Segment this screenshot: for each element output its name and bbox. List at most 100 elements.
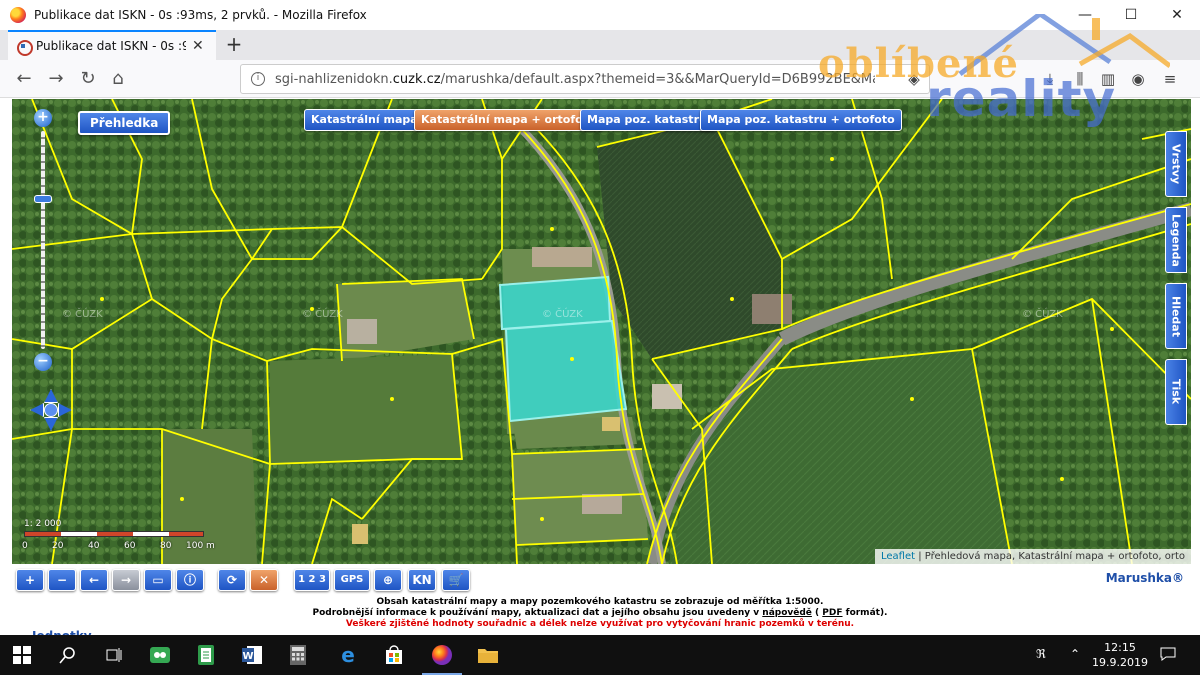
info-warning: Veškeré zjištěné hodnoty souřadnic a dél… bbox=[345, 619, 855, 629]
maximize-button[interactable]: ☐ bbox=[1108, 0, 1154, 30]
close-window-button[interactable]: ✕ bbox=[1154, 0, 1200, 30]
tab-close-button[interactable]: ✕ bbox=[192, 38, 204, 54]
word-icon[interactable]: W bbox=[240, 643, 264, 667]
tool-kn-button[interactable]: KN bbox=[408, 569, 436, 591]
forward-button[interactable]: → bbox=[44, 68, 68, 90]
tool-cart-button[interactable]: 🛒 bbox=[442, 569, 470, 591]
pan-center-icon[interactable] bbox=[44, 403, 58, 417]
notifications-icon[interactable] bbox=[1160, 647, 1176, 664]
pdf-link[interactable]: PDF bbox=[822, 608, 842, 618]
leaflet-link[interactable]: Leaflet bbox=[881, 551, 915, 562]
scale-tick: 20 bbox=[52, 541, 64, 551]
navigation-toolbar: ← → ↻ ⌂ i sgi-nahlizenidokn.cuzk.cz/maru… bbox=[0, 60, 1200, 98]
info-line-1: Obsah katastrální mapy a mapy pozemkovéh… bbox=[376, 597, 824, 607]
clock-date: 19.9.2019 bbox=[1092, 656, 1148, 669]
scale-tick: 40 bbox=[88, 541, 100, 551]
calculator-icon[interactable] bbox=[286, 643, 310, 667]
map-viewport[interactable]: © ČÚZK © ČÚZK © ČÚZK © ČÚZK + − Přehledk… bbox=[12, 99, 1191, 564]
library-icon[interactable]: ⫼ bbox=[1070, 70, 1090, 88]
tool-zoom-out-button[interactable]: − bbox=[48, 569, 76, 591]
home-button[interactable]: ⌂ bbox=[106, 68, 130, 90]
zoom-track[interactable] bbox=[41, 131, 45, 349]
side-tab-search[interactable]: Hledat bbox=[1165, 283, 1187, 349]
tool-locate-button[interactable]: ⊕ bbox=[374, 569, 402, 591]
side-tab-legend[interactable]: Legenda bbox=[1165, 207, 1187, 273]
system-clock[interactable]: 12:15 19.9.2019 bbox=[1092, 640, 1148, 670]
pan-control[interactable] bbox=[30, 389, 72, 431]
firefox-icon bbox=[10, 7, 26, 23]
tab-strip: Publikace dat ISKN - 0s :93ms, 2 ✕ + bbox=[0, 30, 1200, 60]
tab-label: Publikace dat ISKN - 0s :93ms, 2 bbox=[36, 39, 186, 53]
account-icon[interactable]: ◉ bbox=[1128, 70, 1148, 88]
side-tab-layers[interactable]: Vrstvy bbox=[1165, 131, 1187, 197]
tool-gps-button[interactable]: GPS bbox=[334, 569, 370, 591]
tool-measure-button[interactable]: 1 2 3 bbox=[294, 569, 330, 591]
tool-forward-button[interactable]: → bbox=[112, 569, 140, 591]
new-tab-button[interactable]: + bbox=[222, 32, 246, 56]
back-button[interactable]: ← bbox=[12, 68, 36, 90]
tool-info-button[interactable]: ⓘ bbox=[176, 569, 204, 591]
download-icon[interactable]: ⤓ bbox=[1040, 70, 1060, 88]
page-content: © ČÚZK © ČÚZK © ČÚZK © ČÚZK + − Přehledk… bbox=[0, 99, 1200, 643]
zoom-thumb[interactable] bbox=[34, 195, 52, 203]
file-explorer-icon[interactable] bbox=[476, 643, 500, 667]
sidebar-icon[interactable]: ▥ bbox=[1098, 70, 1118, 88]
tool-zoom-in-button[interactable]: + bbox=[16, 569, 44, 591]
layer-button-land-cadastre-ortho[interactable]: Mapa poz. katastru + ortofoto bbox=[700, 109, 902, 131]
url-text[interactable]: sgi-nahlizenidokn.cuzk.cz/marushka/defau… bbox=[275, 72, 875, 87]
map-attribution: Leaflet | Přehledová mapa, Katastrální m… bbox=[874, 549, 1191, 564]
chevron-up-icon[interactable]: ⌃ bbox=[1070, 647, 1080, 661]
site-favicon-icon bbox=[16, 39, 33, 56]
pan-down-icon[interactable] bbox=[44, 417, 58, 431]
tool-refresh-button[interactable]: ⟳ bbox=[218, 569, 246, 591]
reload-button[interactable]: ↻ bbox=[76, 68, 100, 90]
side-tab-print[interactable]: Tisk bbox=[1165, 359, 1187, 425]
map-watermark-label: © ČÚZK bbox=[1022, 307, 1063, 320]
scale-tick: 80 bbox=[160, 541, 172, 551]
layer-button-cadastral-map[interactable]: Katastrální mapa bbox=[304, 109, 425, 131]
store-icon[interactable] bbox=[382, 643, 406, 667]
edge-icon[interactable]: e bbox=[336, 643, 360, 667]
clock-time: 12:15 bbox=[1104, 641, 1136, 654]
notes-app-icon[interactable] bbox=[194, 643, 218, 667]
tool-clear-button[interactable]: ✕ bbox=[250, 569, 278, 591]
tab-active[interactable]: Publikace dat ISKN - 0s :93ms, 2 ✕ bbox=[8, 30, 216, 60]
info-line-2: Podrobnější informace k používání mapy, … bbox=[312, 608, 888, 618]
marushka-logo: Marushka® bbox=[1105, 571, 1184, 585]
scale-tick: 60 bbox=[124, 541, 136, 551]
site-info-icon[interactable]: i bbox=[251, 72, 265, 86]
window-title-bar: Publikace dat ISKN - 0s :93ms, 2 prvků. … bbox=[0, 0, 1200, 30]
layer-button-land-cadastre[interactable]: Mapa poz. katastru bbox=[580, 109, 714, 131]
scale-tick: 100 m bbox=[186, 541, 215, 551]
pan-left-icon[interactable] bbox=[30, 403, 44, 417]
minimize-button[interactable]: — bbox=[1062, 0, 1108, 30]
tool-zoom-box-button[interactable]: ▭ bbox=[144, 569, 172, 591]
overview-button[interactable]: Přehledka bbox=[78, 111, 171, 135]
windows-start-icon[interactable] bbox=[10, 643, 34, 667]
map-watermark-label: © ČÚZK bbox=[62, 307, 103, 320]
tool-back-button[interactable]: ← bbox=[80, 569, 108, 591]
zoom-out-button[interactable]: − bbox=[34, 353, 52, 371]
scale-ratio: 1: 2 000 bbox=[24, 519, 62, 529]
pan-right-icon[interactable] bbox=[58, 403, 72, 417]
url-bar[interactable]: i sgi-nahlizenidokn.cuzk.cz/marushka/def… bbox=[240, 64, 930, 94]
people-icon[interactable]: ℜ bbox=[1036, 647, 1046, 661]
pocket-icon[interactable]: ◈ bbox=[904, 70, 924, 88]
zoom-in-button[interactable]: + bbox=[34, 109, 52, 127]
task-view-icon[interactable] bbox=[102, 643, 126, 667]
firefox-taskbar-icon[interactable] bbox=[422, 643, 462, 675]
menu-icon[interactable]: ≡ bbox=[1160, 70, 1180, 88]
map-toolbar: + − ← → ▭ ⓘ ⟳ ✕ 1 2 3 GPS ⊕ KN 🛒 Marushk… bbox=[14, 569, 1184, 595]
help-link[interactable]: nápovědě bbox=[762, 608, 812, 618]
window-title: Publikace dat ISKN - 0s :93ms, 2 prvků. … bbox=[34, 8, 367, 22]
svg-text:W: W bbox=[242, 651, 253, 662]
pan-up-icon[interactable] bbox=[44, 389, 58, 403]
windows-taskbar: W e ℜ ⌃ 12:15 19.9.2019 bbox=[0, 635, 1200, 675]
search-icon[interactable] bbox=[56, 643, 80, 667]
svg-text:e: e bbox=[341, 644, 355, 666]
scale-tick: 0 bbox=[22, 541, 28, 551]
layer-button-cadastral-ortho[interactable]: Katastrální mapa + ortofoto bbox=[414, 109, 603, 131]
app-green-icon[interactable] bbox=[148, 643, 172, 667]
zoom-slider[interactable]: + − bbox=[34, 109, 54, 371]
orthophoto-map[interactable]: © ČÚZK © ČÚZK © ČÚZK © ČÚZK bbox=[12, 99, 1191, 564]
